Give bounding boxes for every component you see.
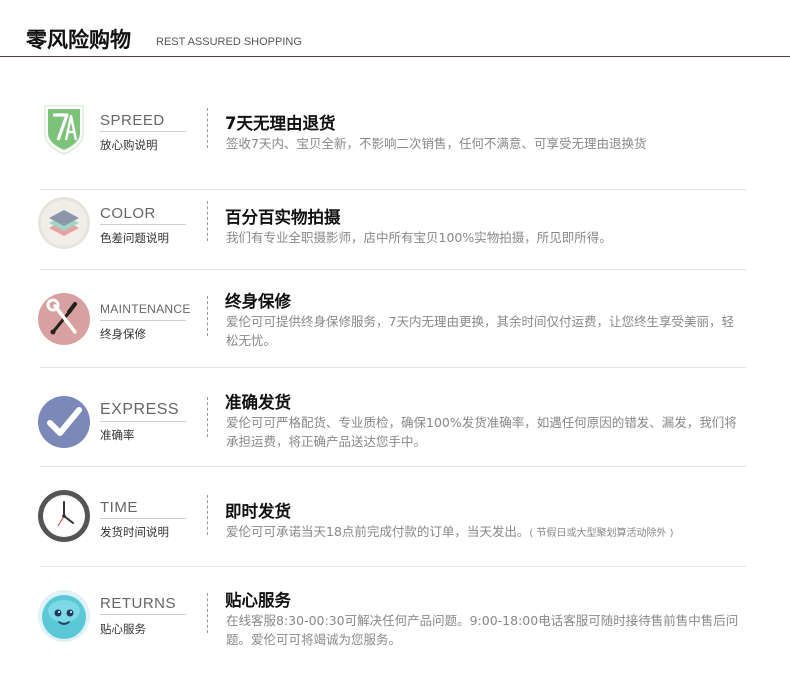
- header-divider: [0, 56, 790, 57]
- row-separator: [40, 367, 746, 368]
- guarantee-title: 即时发货: [225, 502, 291, 521]
- category-en: MAINTENANCE: [100, 302, 191, 316]
- category-cn: 色差问题说明: [100, 231, 169, 245]
- guarantee-desc-note: ( 节假日或大型聚划算活动除外 ): [529, 528, 674, 539]
- row-separator: [40, 466, 746, 467]
- category-en: SPREED: [100, 112, 165, 129]
- vertical-divider: [207, 397, 208, 437]
- guarantee-row-accuracy: EXPRESS 准确率 准确发货 爱伦可可严格配货、专业质检，确保100%发货准…: [37, 369, 747, 467]
- category-underline: [100, 131, 186, 132]
- category-en: COLOR: [100, 205, 156, 222]
- category-cn: 终身保修: [100, 327, 146, 341]
- category-underline: [100, 320, 186, 321]
- vertical-divider: [207, 201, 208, 241]
- category-cn: 准确率: [100, 428, 135, 442]
- category-underline: [100, 614, 186, 615]
- page-subtitle: REST ASSURED SHOPPING: [156, 36, 302, 48]
- category-underline: [100, 518, 186, 519]
- category-cn: 贴心服务: [100, 622, 146, 636]
- shield-7-icon: [37, 102, 91, 156]
- guarantee-title: 百分百实物拍摄: [225, 208, 341, 227]
- guarantee-title: 贴心服务: [225, 591, 291, 610]
- guarantee-row-shipping: TIME 发货时间说明 即时发货 爱伦可可承诺当天18点前完成付款的订单，当天发…: [37, 469, 747, 567]
- vertical-divider: [207, 108, 208, 148]
- guarantee-row-service: RETURNS 贴心服务 贴心服务 在线客服8:30-00:30可解决任何产品问…: [37, 567, 747, 677]
- guarantee-desc: 在线客服8:30-00:30可解决任何产品问题。9:00-18:00电话客服可随…: [226, 613, 739, 647]
- guarantee-desc-text: 爱伦可可承诺当天18点前完成付款的订单，当天发出。: [226, 524, 530, 539]
- category-en: RETURNS: [100, 595, 177, 612]
- vertical-divider: [207, 495, 208, 535]
- category-en: TIME: [100, 499, 138, 516]
- page-header: 零风险购物 REST ASSURED SHOPPING: [0, 0, 790, 58]
- checkmark-icon: [37, 395, 91, 449]
- guarantee-title: 准确发货: [225, 393, 291, 412]
- category-en: EXPRESS: [100, 401, 180, 418]
- category-cn: 放心购说明: [100, 138, 158, 152]
- guarantee-row-warranty: MAINTENANCE 终身保修 终身保修 爱伦可可提供终身保修服务，7天内无理…: [37, 270, 747, 368]
- tools-icon: [37, 292, 91, 346]
- vertical-divider: [207, 296, 208, 336]
- guarantee-desc: 签收7天内、宝贝全新，不影响二次销售，任何不满意、可享受无理由退换货: [226, 136, 647, 151]
- clock-icon: [37, 489, 91, 543]
- guarantee-desc: 我们有专业全职摄影师，店中所有宝贝100%实物拍摄，所见即所得。: [226, 230, 612, 245]
- color-layers-icon: [37, 196, 91, 250]
- category-underline: [100, 421, 186, 422]
- page-title: 零风险购物: [26, 28, 131, 52]
- service-mascot-icon: [37, 589, 91, 643]
- guarantee-desc: 爱伦可可提供终身保修服务，7天内无理由更换，其余时间仅付运费，让您终生享受美丽，…: [226, 314, 734, 348]
- category-cn: 发货时间说明: [100, 525, 169, 539]
- vertical-divider: [207, 593, 208, 633]
- guarantee-title: 7天无理由退货: [225, 114, 336, 133]
- guarantee-desc: 爱伦可可严格配货、专业质检，确保100%发货准确率，如遇任何原因的错发、漏发，我…: [226, 415, 737, 449]
- guarantee-desc: 爱伦可可承诺当天18点前完成付款的订单，当天发出。( 节假日或大型聚划算活动除外…: [226, 522, 741, 543]
- guarantee-title: 终身保修: [225, 292, 291, 311]
- guarantee-row-photo: COLOR 色差问题说明 百分百实物拍摄 我们有专业全职摄影师，店中所有宝贝10…: [37, 172, 747, 270]
- category-underline: [100, 224, 186, 225]
